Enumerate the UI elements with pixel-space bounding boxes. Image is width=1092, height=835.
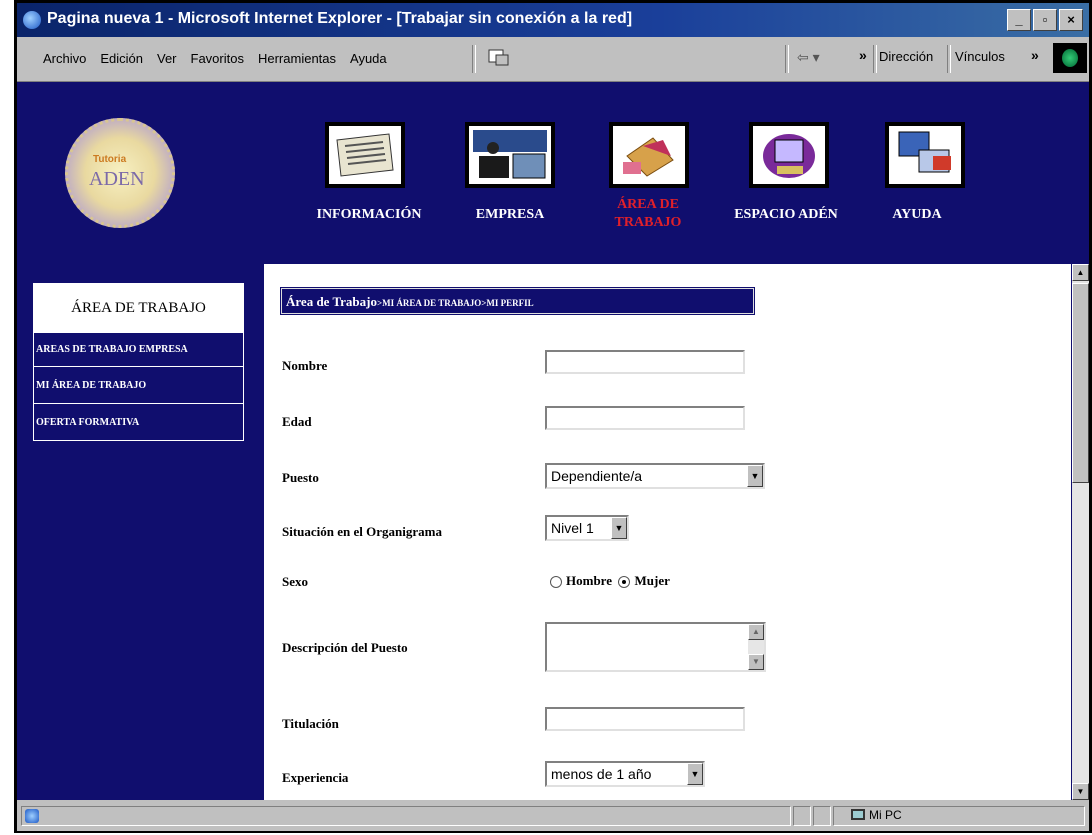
status-zone-label: Mi PC (869, 808, 902, 822)
toolbar-separator (947, 45, 951, 73)
browser-window: Pagina nueva 1 - Microsoft Internet Expl… (17, 3, 1089, 831)
nombre-label: Nombre (282, 358, 328, 373)
organigrama-value: Nivel 1 (551, 520, 594, 536)
experiencia-label: Experiencia (282, 770, 349, 785)
minimize-button[interactable]: _ (1007, 9, 1031, 31)
nav-area-de-trabajo[interactable]: ÁREA DE TRABAJO (603, 196, 693, 232)
sidebar-title: ÁREA DE TRABAJO (33, 283, 244, 333)
address-label[interactable]: Dirección (879, 49, 933, 64)
toolbar-separator (472, 45, 476, 73)
nav-ayuda-icon[interactable] (885, 122, 965, 188)
sexo-mujer-radio[interactable] (618, 576, 631, 589)
maximize-button[interactable]: ▫ (1033, 9, 1057, 31)
help-icon (889, 126, 961, 184)
experiencia-value: menos de 1 año (551, 766, 652, 782)
page-scrollbar[interactable]: ▲ ▼ (1072, 264, 1089, 800)
status-bar: Mi PC (17, 802, 1089, 831)
menu-herramientas[interactable]: Herramientas (258, 51, 336, 66)
window-title: Pagina nueva 1 - Microsoft Internet Expl… (47, 10, 633, 27)
chevron-down-icon[interactable]: ▼ (687, 763, 703, 785)
organigrama-select[interactable]: Nivel 1 ▼ (545, 515, 629, 541)
breadcrumb-root[interactable]: Área de Trabajo (286, 294, 377, 309)
sidebar-item-mi-area-de-trabajo[interactable]: MI ÁREA DE TRABAJO (33, 367, 244, 404)
sexo-label: Sexo (282, 574, 308, 589)
sidebar: ÁREA DE TRABAJO AREAS DE TRABAJO EMPRESA… (33, 283, 244, 441)
scroll-thumb[interactable] (1072, 283, 1089, 483)
menu-favoritos[interactable]: Favoritos (191, 51, 244, 66)
main-content: Área de Trabajo>MI ÁREA DE TRABAJO>MI PE… (264, 264, 1071, 800)
menu-archivo[interactable]: Archivo (43, 51, 86, 66)
sidebar-item-oferta-formativa[interactable]: OFERTA FORMATIVA (33, 404, 244, 441)
document-icon (329, 126, 401, 184)
menu-ayuda[interactable]: Ayuda (350, 51, 387, 66)
aden-logo: Tutoria ADEN (65, 118, 175, 228)
sexo-radio-group: Hombre Mujer (550, 573, 670, 589)
links-label[interactable]: Vínculos (955, 49, 1005, 64)
puesto-label: Puesto (282, 470, 319, 485)
titulacion-input[interactable] (545, 707, 745, 731)
toolbar-separator (785, 45, 789, 73)
sexo-hombre-label[interactable]: Hombre (566, 573, 612, 588)
chevron-down-icon[interactable]: ▼ (611, 517, 627, 539)
menu-edicion[interactable]: Edición (100, 51, 143, 66)
scroll-up-icon[interactable]: ▲ (1072, 264, 1089, 281)
textarea-scrollbar[interactable]: ▲ ▼ (748, 624, 764, 670)
nav-area-de-trabajo-icon[interactable] (609, 122, 689, 188)
computer-icon (851, 809, 865, 820)
edad-label: Edad (282, 414, 312, 429)
sexo-hombre-radio[interactable] (550, 576, 562, 589)
chevron-icon[interactable]: » (1031, 47, 1039, 63)
sidebar-item-areas-trabajo-empresa[interactable]: AREAS DE TRABAJO EMPRESA (33, 333, 244, 367)
breadcrumb-path[interactable]: >MI ÁREA DE TRABAJO>MI PERFIL (377, 298, 534, 308)
status-cell (813, 806, 831, 826)
experiencia-select[interactable]: menos de 1 año ▼ (545, 761, 705, 787)
puesto-value: Dependiente/a (551, 468, 643, 484)
menu-bar: Archivo Edición Ver Favoritos Herramient… (17, 37, 1089, 82)
toolbar-separator (873, 45, 877, 73)
title-bar[interactable]: Pagina nueva 1 - Microsoft Internet Expl… (17, 3, 1089, 37)
nav-espacio-aden-icon[interactable] (749, 122, 829, 188)
nav-informacion[interactable]: INFORMACIÓN (305, 207, 433, 223)
chevron-down-icon[interactable]: ▼ (747, 465, 763, 487)
back-arrow-icon[interactable]: ⇦ ▾ (797, 49, 820, 66)
nav-informacion-icon[interactable] (325, 122, 405, 188)
close-button[interactable]: × (1059, 9, 1083, 31)
edad-input[interactable] (545, 406, 745, 430)
ie-icon (23, 11, 41, 29)
organigrama-label: Situación en el Organigrama (282, 524, 442, 539)
chevron-icon[interactable]: » (859, 47, 867, 63)
logo-text-aden: ADEN (89, 168, 145, 190)
descripcion-label: Descripción del Puesto (282, 640, 408, 655)
nav-empresa-icon[interactable] (465, 122, 555, 188)
nav-empresa[interactable]: EMPRESA (465, 207, 555, 223)
logo-text-tutoria: Tutoria (93, 154, 127, 165)
status-cell (793, 806, 811, 826)
windows-logo-icon (1053, 43, 1087, 73)
puesto-select[interactable]: Dependiente/a ▼ (545, 463, 765, 489)
sexo-mujer-label[interactable]: Mujer (634, 573, 669, 588)
window-controls: _ ▫ × (1007, 9, 1083, 31)
nombre-input[interactable] (545, 350, 745, 374)
scroll-up-icon[interactable]: ▲ (748, 624, 764, 640)
toolbar-icon[interactable] (487, 47, 511, 69)
titulacion-label: Titulación (282, 716, 339, 731)
menu-ver[interactable]: Ver (157, 51, 177, 66)
office-icon (469, 126, 551, 184)
folder-icon (613, 126, 685, 184)
computer-icon (753, 126, 825, 184)
breadcrumb: Área de Trabajo>MI ÁREA DE TRABAJO>MI PE… (280, 287, 755, 315)
menu-items: Archivo Edición Ver Favoritos Herramient… (43, 51, 387, 66)
nav-espacio-aden[interactable]: ESPACIO ADÉN (721, 207, 851, 223)
web-page: Tutoria ADEN INFORMACIÓN EMPRESA ÁREA DE… (17, 82, 1089, 800)
status-cell-main (21, 806, 791, 826)
descripcion-textarea[interactable]: ▲ ▼ (545, 622, 766, 672)
nav-ayuda[interactable]: AYUDA (877, 207, 957, 223)
scroll-down-icon[interactable]: ▼ (748, 654, 764, 670)
scroll-down-icon[interactable]: ▼ (1072, 783, 1089, 800)
screenshot-frame: Pagina nueva 1 - Microsoft Internet Expl… (14, 0, 1092, 833)
